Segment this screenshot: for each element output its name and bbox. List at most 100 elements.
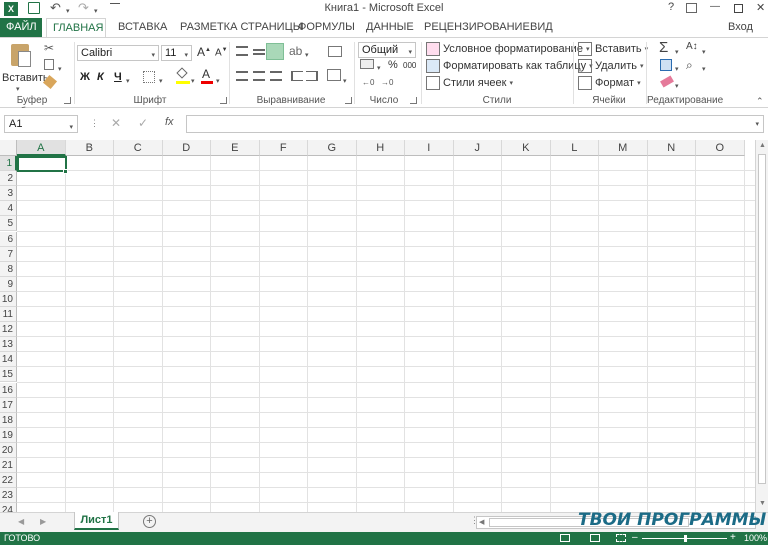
find-select-icon[interactable]: ⌕ (686, 58, 693, 73)
row-header[interactable]: 19 (0, 427, 17, 443)
row-header[interactable]: 15 (0, 367, 17, 383)
row-header[interactable]: 22 (0, 473, 17, 489)
tab-file[interactable]: ФАЙЛ (0, 18, 42, 38)
clear-icon[interactable] (660, 75, 674, 88)
collapse-ribbon-icon[interactable]: ⌃ (756, 96, 764, 107)
column-header[interactable]: I (405, 140, 454, 156)
font-name-select[interactable]: Calibri ▾ (77, 45, 159, 61)
row-header[interactable]: 9 (0, 276, 17, 292)
merge-center-icon[interactable] (327, 69, 341, 81)
column-header[interactable]: K (502, 140, 551, 156)
column-header[interactable]: D (162, 140, 211, 156)
insert-cells-button[interactable]: Вставить▾ (578, 42, 648, 56)
help-button[interactable]: ? (668, 1, 674, 13)
row-header[interactable]: 10 (0, 291, 17, 307)
font-size-select[interactable]: 11 ▾ (161, 45, 192, 61)
underline-button[interactable]: Ч (114, 71, 122, 83)
row-header[interactable]: 12 (0, 322, 17, 338)
new-sheet-icon[interactable]: + (143, 515, 156, 528)
fill-color-icon[interactable] (176, 67, 190, 84)
ribbon-display-options-icon[interactable] (686, 3, 697, 13)
selected-cell[interactable] (17, 156, 67, 172)
decrease-indent-icon[interactable] (291, 71, 303, 81)
align-right-icon[interactable] (270, 71, 282, 81)
decrease-decimal-icon[interactable]: →0 (381, 78, 393, 87)
wrap-text-icon[interactable] (328, 46, 342, 57)
row-header[interactable]: 4 (0, 201, 17, 217)
conditional-formatting-button[interactable]: Условное форматирование ▾ (426, 42, 589, 56)
vertical-scrollbar[interactable]: ▲ ▼ (755, 140, 768, 512)
name-box[interactable]: A1 ▾ (4, 115, 78, 133)
zoom-slider-thumb[interactable] (684, 535, 687, 542)
number-launcher-icon[interactable] (410, 97, 417, 104)
formula-input[interactable]: ▾ (186, 115, 764, 133)
clipboard-launcher-icon[interactable] (64, 97, 71, 104)
copy-icon[interactable] (44, 59, 54, 70)
align-middle-icon[interactable] (253, 49, 265, 55)
cell-styles-button[interactable]: Стили ячеек ▾ (426, 76, 513, 90)
format-cells-button[interactable]: Формат ▾ (578, 76, 641, 90)
paste-icon[interactable] (8, 42, 34, 70)
row-header[interactable]: 11 (0, 307, 17, 323)
row-header[interactable]: 17 (0, 397, 17, 413)
align-center-icon[interactable] (253, 71, 265, 81)
row-header[interactable]: 6 (0, 231, 17, 247)
grow-font-button[interactable]: A▲ (197, 45, 211, 59)
select-all-corner[interactable] (0, 140, 17, 156)
font-color-button[interactable]: A (202, 67, 210, 81)
column-header[interactable]: A (17, 140, 66, 156)
row-header[interactable]: 13 (0, 337, 17, 353)
column-header[interactable]: C (114, 140, 163, 156)
column-header[interactable]: E (211, 140, 260, 156)
row-header[interactable]: 24 (0, 503, 17, 512)
fill-icon[interactable] (660, 59, 672, 71)
enter-icon[interactable]: ✓ (138, 116, 148, 130)
tab-home[interactable]: ГЛАВНАЯ (46, 18, 106, 38)
page-layout-view-icon[interactable] (590, 534, 600, 542)
orientation-icon[interactable]: ab (289, 44, 302, 58)
row-header[interactable]: 1 (0, 156, 17, 172)
row-header[interactable]: 20 (0, 442, 17, 458)
row-header[interactable]: 18 (0, 412, 17, 428)
worksheet-grid[interactable]: ABCDEFGHIJKLMNO 1 2 3 4 5 6 7 8 9 10 11 12 13 14 15 16 1… (0, 140, 768, 512)
prev-sheet-icon[interactable]: ◀ (18, 517, 24, 526)
scroll-up-icon[interactable]: ▲ (759, 142, 766, 149)
row-header[interactable]: 8 (0, 261, 17, 277)
alignment-launcher-icon[interactable] (345, 97, 352, 104)
scroll-down-icon[interactable]: ▼ (759, 500, 766, 507)
zoom-in-icon[interactable]: + (730, 532, 736, 543)
sign-in-link[interactable]: Вход (728, 21, 753, 33)
column-header[interactable]: F (259, 140, 308, 156)
column-header[interactable]: H (356, 140, 405, 156)
tab-insert[interactable]: ВСТАВКА (112, 18, 173, 38)
row-header[interactable]: 14 (0, 352, 17, 368)
align-top-icon[interactable] (236, 46, 248, 56)
percent-button[interactable]: % (388, 59, 398, 71)
fill-handle[interactable] (63, 169, 68, 174)
autosum-button[interactable]: Σ (659, 39, 668, 56)
zoom-out-icon[interactable]: – (632, 532, 638, 543)
row-header[interactable]: 16 (0, 382, 17, 398)
scroll-left-icon[interactable]: ◀ (479, 518, 484, 526)
page-break-view-icon[interactable] (616, 534, 626, 542)
column-header[interactable]: J (453, 140, 502, 156)
next-sheet-icon[interactable]: ▶ (40, 517, 46, 526)
tab-view[interactable]: ВИД (524, 18, 559, 38)
row-header[interactable]: 23 (0, 488, 17, 504)
row-header[interactable]: 2 (0, 171, 17, 187)
format-as-table-button[interactable]: Форматировать как таблицу ▾ (426, 59, 593, 73)
row-header[interactable]: 7 (0, 246, 17, 262)
maximize-button[interactable] (734, 4, 743, 13)
number-format-select[interactable]: Общий ▾ (358, 42, 416, 58)
row-header[interactable]: 5 (0, 216, 17, 232)
column-header[interactable]: L (550, 140, 599, 156)
borders-icon[interactable] (143, 71, 155, 83)
cancel-icon[interactable]: ✕ (111, 116, 121, 130)
tab-data[interactable]: ДАННЫЕ (360, 18, 420, 38)
tab-review[interactable]: РЕЦЕНЗИРОВАНИЕ (418, 18, 536, 38)
cut-icon[interactable]: ✂ (44, 41, 54, 55)
increase-indent-icon[interactable] (306, 71, 318, 81)
minimize-button[interactable]: — (710, 1, 720, 12)
sort-filter-icon[interactable]: A↕ (686, 41, 698, 52)
bold-button[interactable]: Ж (80, 71, 90, 83)
